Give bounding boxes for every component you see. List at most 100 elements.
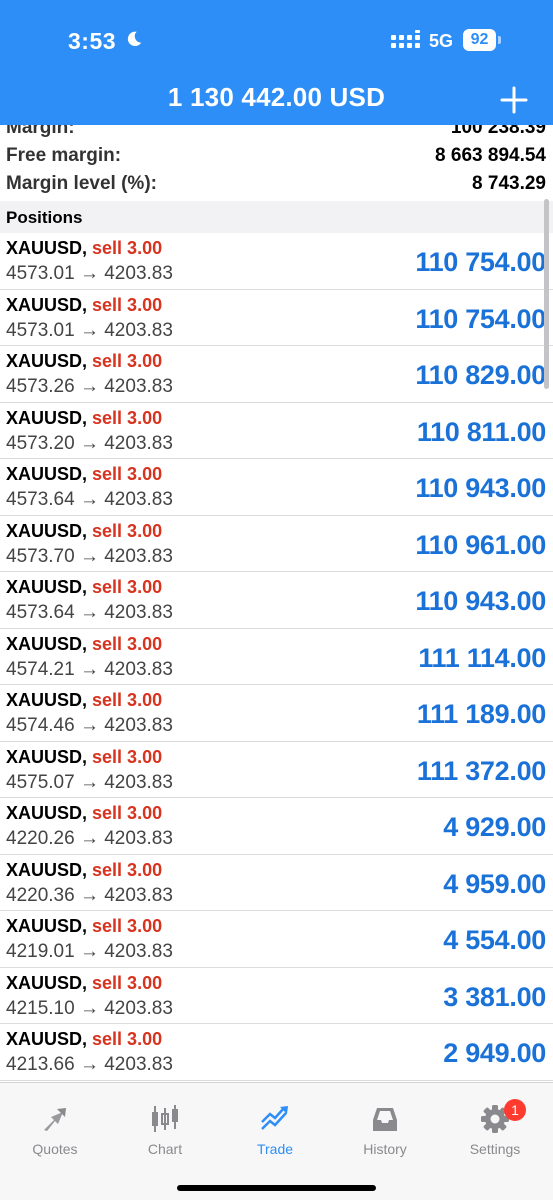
position-row[interactable]: XAUUSD, sell 3.00 4574.21 → 4203.83 111 …	[0, 629, 553, 685]
summary-margin: Margin: 100 238.39	[0, 125, 553, 143]
position-profit: 111 189.00	[416, 699, 546, 729]
tab-chart[interactable]: Chart	[110, 1083, 220, 1163]
summary-label: Free margin:	[6, 145, 122, 166]
position-row[interactable]: XAUUSD, sell 3.00 4573.20 → 4203.83 110 …	[0, 403, 553, 459]
top-header: 3:53 5G 92 1 130 442.00 USD	[0, 0, 553, 125]
positions-list: XAUUSD, sell 3.00 4573.01 → 4203.83 110 …	[0, 233, 553, 1081]
position-prices: 4219.01 → 4203.83	[6, 941, 173, 962]
position-symbol: XAUUSD,	[6, 520, 88, 541]
position-symbol-line: XAUUSD, sell 3.00	[6, 577, 162, 598]
summary-value: 8 743.29	[472, 173, 546, 194]
position-symbol-line: XAUUSD, sell 3.00	[6, 690, 162, 711]
position-side: sell 3.00	[92, 972, 163, 993]
position-symbol: XAUUSD,	[6, 690, 88, 710]
position-side: sell 3.00	[92, 633, 163, 654]
position-symbol-line: XAUUSD, sell 3.00	[6, 973, 162, 994]
battery-tip	[498, 36, 501, 44]
position-symbol-line: XAUUSD, sell 3.00	[6, 351, 162, 372]
position-symbol: XAUUSD,	[6, 577, 88, 597]
position-symbol-line: XAUUSD, sell 3.00	[6, 408, 162, 429]
position-symbol-line: XAUUSD, sell 3.00	[6, 238, 162, 259]
notification-badge: 1	[504, 1099, 526, 1121]
position-symbol: XAUUSD,	[6, 351, 88, 371]
position-row[interactable]: XAUUSD, sell 3.00 4573.64 → 4203.83 110 …	[0, 572, 553, 629]
position-symbol: XAUUSD,	[6, 407, 88, 428]
position-row[interactable]: XAUUSD, sell 3.00 4219.01 → 4203.83 4 55…	[0, 911, 553, 968]
position-prices: 4215.10 → 4203.83	[6, 997, 173, 1019]
position-profit: 4 959.00	[443, 868, 546, 899]
position-row[interactable]: XAUUSD, sell 3.00 4573.70 → 4203.83 110 …	[0, 516, 553, 572]
position-prices: 4574.21 → 4203.83	[6, 658, 173, 680]
position-side: sell 3.00	[92, 407, 163, 428]
position-row[interactable]: XAUUSD, sell 3.00 4573.26 → 4203.83 110 …	[0, 346, 553, 403]
plus-icon[interactable]	[494, 80, 534, 120]
position-profit: 3 381.00	[443, 981, 546, 1012]
position-row[interactable]: XAUUSD, sell 3.00 4220.36 → 4203.83 4 95…	[0, 855, 553, 911]
position-symbol: XAUUSD,	[6, 238, 88, 258]
position-row[interactable]: XAUUSD, sell 3.00 4574.46 → 4203.83 111 …	[0, 685, 553, 742]
candlestick-icon	[152, 1105, 178, 1132]
position-profit: 2 949.00	[443, 1038, 546, 1068]
position-row[interactable]: XAUUSD, sell 3.00 4573.01 → 4203.83 110 …	[0, 290, 553, 346]
position-prices: 4574.46 → 4203.83	[6, 715, 173, 736]
tab-trade[interactable]: Trade	[220, 1083, 330, 1163]
position-row[interactable]: XAUUSD, sell 3.00 4215.10 → 4203.83 3 38…	[0, 968, 553, 1024]
position-row[interactable]: XAUUSD, sell 3.00 4573.64 → 4203.83 110 …	[0, 459, 553, 516]
position-prices: 4573.70 → 4203.83	[6, 545, 173, 567]
network-label: 5G	[429, 31, 454, 51]
position-prices: 4220.36 → 4203.83	[6, 884, 173, 906]
position-prices: 4573.01 → 4203.83	[6, 319, 173, 341]
position-symbol: XAUUSD,	[6, 859, 88, 880]
moon-icon	[127, 31, 142, 47]
position-symbol-line: XAUUSD, sell 3.00	[6, 860, 162, 881]
position-profit: 110 943.00	[415, 586, 546, 616]
position-side: sell 3.00	[92, 577, 163, 597]
position-profit: 110 754.00	[415, 303, 546, 334]
position-row[interactable]: XAUUSD, sell 3.00 4573.01 → 4203.83 110 …	[0, 233, 553, 290]
position-symbol-line: XAUUSD, sell 3.00	[6, 634, 162, 655]
position-symbol-line: XAUUSD, sell 3.00	[6, 295, 162, 316]
position-symbol: XAUUSD,	[6, 972, 88, 993]
position-symbol-line: XAUUSD, sell 3.00	[6, 521, 162, 542]
tab-quotes[interactable]: Quotes	[0, 1083, 110, 1163]
tab-history[interactable]: History	[330, 1083, 440, 1163]
position-profit: 110 829.00	[415, 360, 546, 390]
tab-settings[interactable]: 1 Settings	[440, 1083, 550, 1163]
tab-label: Trade	[256, 1141, 294, 1157]
position-profit: 4 554.00	[443, 925, 546, 955]
summary-label: Margin level (%):	[6, 173, 157, 194]
summary-value: 100 238.39	[450, 125, 546, 138]
battery-level: 92	[463, 29, 496, 51]
position-profit: 4 929.00	[443, 812, 546, 842]
position-side: sell 3.00	[92, 1029, 163, 1049]
positions-title: Positions	[6, 208, 83, 227]
position-symbol-line: XAUUSD, sell 3.00	[6, 1029, 162, 1050]
summary-margin-level: Margin level (%): 8 743.29	[0, 171, 553, 199]
position-prices: 4573.20 → 4203.83	[6, 432, 173, 454]
position-symbol: XAUUSD,	[6, 916, 88, 936]
position-row[interactable]: XAUUSD, sell 3.00 4213.66 → 4203.83 2 94…	[0, 1024, 553, 1081]
quotes-arrow-icon	[44, 1108, 66, 1131]
trade-trend-icon	[261, 1106, 288, 1130]
trade-content[interactable]: Margin: 100 238.39 Free margin: 8 663 89…	[0, 125, 553, 1082]
position-symbol: XAUUSD,	[6, 746, 88, 767]
position-prices: 4575.07 → 4203.83	[6, 771, 173, 793]
tab-label: History	[363, 1141, 407, 1157]
tab-label: Settings	[469, 1141, 521, 1157]
position-symbol: XAUUSD,	[6, 294, 88, 315]
summary-label: Margin:	[6, 125, 75, 138]
position-profit: 110 754.00	[415, 247, 546, 277]
position-side: sell 3.00	[92, 746, 163, 767]
position-row[interactable]: XAUUSD, sell 3.00 4575.07 → 4203.83 111 …	[0, 742, 553, 798]
position-prices: 4573.64 → 4203.83	[6, 489, 173, 510]
position-symbol-line: XAUUSD, sell 3.00	[6, 747, 162, 768]
signal-icon	[391, 30, 420, 48]
scrollbar[interactable]	[544, 199, 549, 389]
position-profit: 110 811.00	[416, 416, 546, 447]
position-prices: 4573.01 → 4203.83	[6, 263, 173, 284]
position-row[interactable]: XAUUSD, sell 3.00 4220.26 → 4203.83 4 92…	[0, 798, 553, 855]
positions-section-header: Positions	[0, 201, 553, 233]
status-bar: 3:53 5G 92	[0, 0, 553, 80]
position-prices: 4573.64 → 4203.83	[6, 602, 173, 623]
home-indicator[interactable]	[177, 1185, 376, 1191]
